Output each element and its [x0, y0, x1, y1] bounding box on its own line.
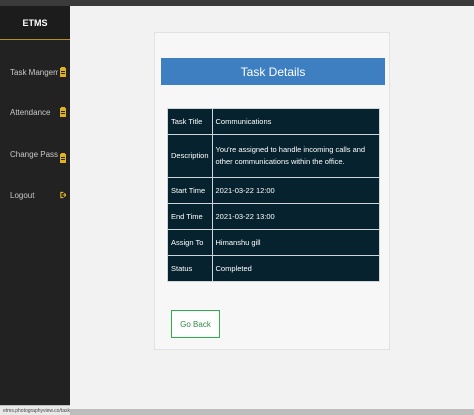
sidebar-item-label: Logout [10, 190, 35, 200]
sidebar-item-label: Change Password [10, 149, 58, 159]
sidebar-item-label: Task Mangement [10, 67, 58, 77]
row-value: Communications [211, 108, 381, 135]
row-label: Assign To [167, 229, 213, 256]
row-value: Completed [211, 255, 381, 282]
table-row: End Time 2021-03-22 13:00 [167, 203, 381, 230]
go-back-button[interactable]: Go Back [171, 310, 220, 338]
main-content: Task Details Task Title Communications D… [70, 6, 474, 409]
sidebar-item-logout[interactable]: Logout [0, 186, 70, 204]
table-row: Task Title Communications [167, 108, 381, 135]
task-details-table: Task Title Communications Description Yo… [167, 108, 381, 282]
sidebar-item-task-management[interactable]: Task Mangement [0, 63, 70, 81]
row-value: You're assigned to handle incoming calls… [211, 134, 381, 178]
window-bottom-strip [70, 409, 474, 415]
row-value: Himanshu gill [211, 229, 381, 256]
sidebar-item-attendance[interactable]: Attendance [0, 103, 70, 121]
row-value: 2021-03-22 13:00 [211, 203, 381, 230]
clipboard-icon [60, 152, 66, 163]
row-value: 2021-03-22 12:00 [211, 177, 381, 204]
task-details-panel: Task Details Task Title Communications D… [154, 32, 390, 350]
brand-logo: ETMS [0, 6, 70, 40]
table-row: Start Time 2021-03-22 12:00 [167, 177, 381, 204]
page-title: Task Details [161, 58, 385, 85]
logout-icon [60, 189, 66, 200]
clipboard-icon [60, 106, 66, 117]
table-row: Description You're assigned to handle in… [167, 134, 381, 178]
row-label: Start Time [167, 177, 213, 204]
table-row: Assign To Himanshu gill [167, 229, 381, 256]
sidebar-item-change-password[interactable]: Change Password [0, 145, 70, 163]
row-label: End Time [167, 203, 213, 230]
clipboard-icon [60, 66, 66, 77]
row-label: Description [167, 134, 213, 178]
sidebar-item-label: Attendance [10, 107, 51, 117]
row-label: Status [167, 255, 213, 282]
row-label: Task Title [167, 108, 213, 135]
sidebar: ETMS Task Mangement Attendance Change Pa… [0, 6, 70, 415]
table-row: Status Completed [167, 255, 381, 282]
